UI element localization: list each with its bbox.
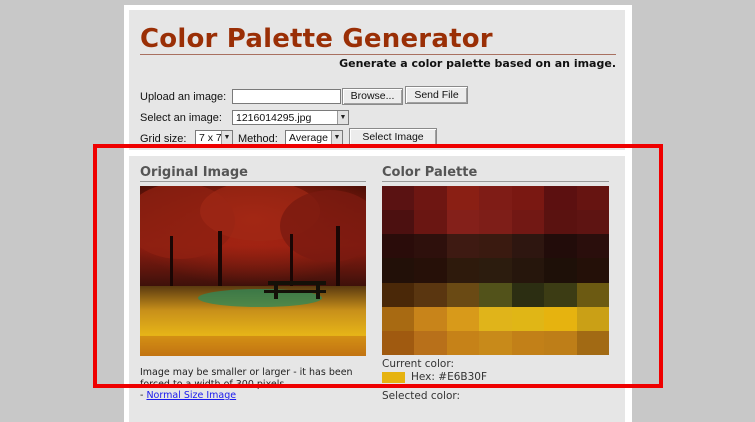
select-image-label: Select an image:	[140, 112, 222, 124]
method-label: Method:	[238, 133, 278, 145]
color-palette-divider	[382, 181, 609, 182]
current-color-hex: #E6B30F	[438, 371, 487, 383]
palette-swatch[interactable]	[446, 306, 480, 331]
palette-swatch[interactable]	[511, 186, 545, 211]
palette-swatch[interactable]	[414, 282, 447, 307]
page-title: Color Palette Generator	[140, 24, 493, 54]
grid-size-label: Grid size:	[140, 133, 187, 145]
autumn-park-photo	[140, 186, 366, 356]
current-color-hex-row: Hex: #E6B30F	[411, 371, 487, 383]
palette-swatch[interactable]	[414, 330, 447, 355]
current-color-label: Current color:	[382, 358, 454, 370]
palette-swatch[interactable]	[576, 210, 609, 235]
palette-swatch[interactable]	[382, 306, 415, 331]
title-divider	[140, 54, 616, 55]
palette-swatch[interactable]	[382, 186, 415, 211]
palette-swatch[interactable]	[576, 282, 609, 307]
method-value: Average	[289, 132, 328, 144]
original-image-divider	[140, 181, 366, 182]
page-subtitle: Generate a color palette based on an ima…	[339, 57, 616, 70]
upload-label: Upload an image:	[140, 91, 227, 103]
original-image-heading: Original Image	[140, 165, 248, 180]
palette-swatch[interactable]	[446, 210, 480, 235]
palette-swatch[interactable]	[446, 258, 480, 283]
palette-swatch[interactable]	[544, 258, 577, 283]
palette-swatch[interactable]	[544, 234, 577, 259]
palette-swatch[interactable]	[479, 210, 512, 235]
select-image-button[interactable]: Select Image	[349, 128, 437, 146]
palette-swatch[interactable]	[544, 306, 577, 331]
send-file-button[interactable]: Send File	[405, 86, 468, 104]
palette-swatch[interactable]	[479, 282, 512, 307]
palette-swatch[interactable]	[479, 330, 512, 355]
current-color-swatch	[382, 372, 405, 383]
palette-swatch[interactable]	[576, 258, 609, 283]
palette-swatch[interactable]	[479, 306, 512, 331]
palette-swatch[interactable]	[576, 306, 609, 331]
palette-swatch[interactable]	[544, 210, 577, 235]
color-palette-grid	[382, 186, 609, 355]
browse-button[interactable]: Browse...	[342, 88, 403, 105]
color-palette-heading: Color Palette	[382, 165, 478, 180]
grid-size-value: 7 x 7	[199, 132, 222, 144]
palette-swatch[interactable]	[479, 258, 512, 283]
palette-swatch[interactable]	[382, 258, 415, 283]
normal-size-link-row: - Normal Size Image	[140, 390, 236, 401]
grid-size-select[interactable]: 7 x 7 ▼	[195, 130, 233, 145]
palette-swatch[interactable]	[544, 282, 577, 307]
hex-label: Hex:	[411, 371, 435, 383]
palette-swatch[interactable]	[511, 258, 545, 283]
palette-swatch[interactable]	[446, 282, 480, 307]
palette-swatch[interactable]	[382, 234, 415, 259]
palette-swatch[interactable]	[446, 186, 480, 211]
palette-swatch[interactable]	[511, 306, 545, 331]
chevron-down-icon: ▼	[221, 131, 232, 144]
palette-swatch[interactable]	[576, 186, 609, 211]
palette-swatch[interactable]	[414, 186, 447, 211]
palette-swatch[interactable]	[414, 306, 447, 331]
palette-swatch[interactable]	[576, 234, 609, 259]
image-select-value: 1216014295.jpg	[236, 112, 312, 124]
chevron-down-icon: ▼	[331, 131, 342, 144]
palette-swatch[interactable]	[382, 282, 415, 307]
generator-form-panel: Color Palette Generator Generate a color…	[129, 10, 625, 150]
method-select[interactable]: Average ▼	[285, 130, 343, 145]
palette-swatch[interactable]	[479, 234, 512, 259]
palette-swatch[interactable]	[511, 234, 545, 259]
palette-swatch[interactable]	[544, 186, 577, 211]
normal-size-image-link[interactable]: Normal Size Image	[146, 390, 236, 401]
page: Color Palette Generator Generate a color…	[124, 5, 632, 422]
chevron-down-icon: ▼	[337, 111, 348, 124]
palette-swatch[interactable]	[544, 330, 577, 355]
palette-swatch[interactable]	[576, 330, 609, 355]
image-caption: Image may be smaller or larger - it has …	[140, 367, 353, 390]
palette-swatch[interactable]	[446, 330, 480, 355]
palette-swatch[interactable]	[382, 330, 415, 355]
palette-swatch[interactable]	[511, 330, 545, 355]
palette-swatch[interactable]	[414, 210, 447, 235]
palette-swatch[interactable]	[382, 210, 415, 235]
palette-swatch[interactable]	[446, 234, 480, 259]
palette-swatch[interactable]	[511, 210, 545, 235]
palette-swatch[interactable]	[414, 234, 447, 259]
original-image	[140, 186, 366, 356]
selected-color-label: Selected color:	[382, 390, 461, 402]
results-panel: Original Image Image may be smaller or l…	[129, 156, 625, 422]
palette-swatch[interactable]	[511, 282, 545, 307]
palette-swatch[interactable]	[479, 186, 512, 211]
palette-swatch[interactable]	[414, 258, 447, 283]
upload-file-input[interactable]	[232, 89, 341, 104]
image-select[interactable]: 1216014295.jpg ▼	[232, 110, 349, 125]
